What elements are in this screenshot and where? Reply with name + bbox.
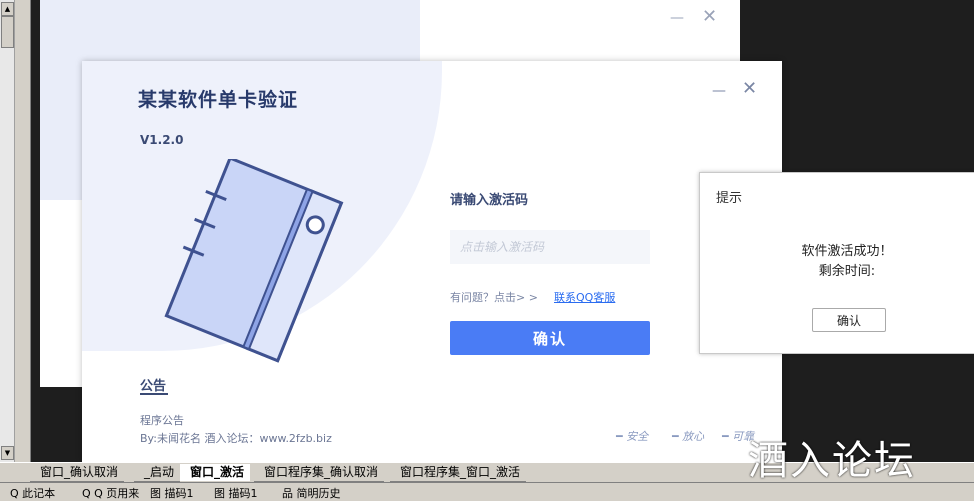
prompt-message-box: 提示 软件激活成功！ 剩余时间: 确认: [699, 172, 974, 354]
tab-activate-window[interactable]: 窗口_激活: [180, 464, 251, 481]
message-ok-button[interactable]: 确认: [812, 308, 886, 332]
tab-assembly-activate[interactable]: 窗口程序集_窗口_激活: [390, 464, 527, 482]
tab-assembly-confirm-cancel[interactable]: 窗口程序集_确认取消: [254, 464, 385, 482]
back-close-button[interactable]: ✕: [702, 6, 717, 27]
watermark-text: 酒入论坛: [748, 438, 916, 484]
tab-startup[interactable]: _启动: [134, 464, 181, 482]
notice-author: By:未闻花名 酒入论坛：www.2fzb.biz: [140, 432, 332, 445]
back-minimize-button[interactable]: —: [670, 10, 684, 26]
notebook-illustration-icon: [164, 159, 344, 363]
message-box-title: 提示: [716, 191, 743, 206]
activation-code-input[interactable]: [450, 230, 650, 264]
dialog-title: 某某软件单卡验证: [138, 89, 299, 111]
scroll-up-button[interactable]: ▲: [1, 2, 14, 16]
version-label: V1.2.0: [140, 133, 184, 147]
activation-success-text: 软件激活成功！: [801, 244, 893, 259]
confirm-button[interactable]: 确认: [450, 321, 650, 355]
minimize-button[interactable]: —: [712, 83, 726, 99]
status-item-3[interactable]: 图 描码1: [150, 485, 194, 501]
tab-confirm-cancel-window[interactable]: 窗口_确认取消: [30, 464, 125, 482]
notice-underline: [140, 393, 168, 395]
status-item-2[interactable]: Q Q 页用来: [82, 485, 139, 501]
status-item-4[interactable]: 图 描码1: [214, 485, 258, 501]
status-item-5[interactable]: 品 简明历史: [282, 485, 341, 501]
notice-text: 程序公告: [140, 414, 184, 427]
activation-code-label: 请输入激活码: [450, 193, 529, 208]
contact-qq-link[interactable]: 联系QQ客服: [554, 289, 615, 305]
remaining-time-text: 剩余时间:: [818, 264, 876, 279]
footer-tag-assured: ━ 放心: [672, 430, 705, 443]
close-button[interactable]: ✕: [742, 78, 757, 99]
ide-vertical-scrollbar[interactable]: ▲ ▼: [0, 0, 15, 462]
scroll-down-button[interactable]: ▼: [1, 446, 14, 460]
footer-tag-safe: ━ 安全: [616, 430, 649, 443]
notice-title: 公告: [140, 379, 167, 394]
status-item-1[interactable]: Q 此记本: [10, 485, 55, 501]
help-text: 有问题？点击> >: [450, 291, 538, 304]
scroll-thumb[interactable]: [1, 16, 14, 48]
activation-dialog: 某某软件单卡验证 V1.2.0 — ✕ 请输入激活码 有问题？点击> > 联系Q…: [82, 61, 782, 462]
